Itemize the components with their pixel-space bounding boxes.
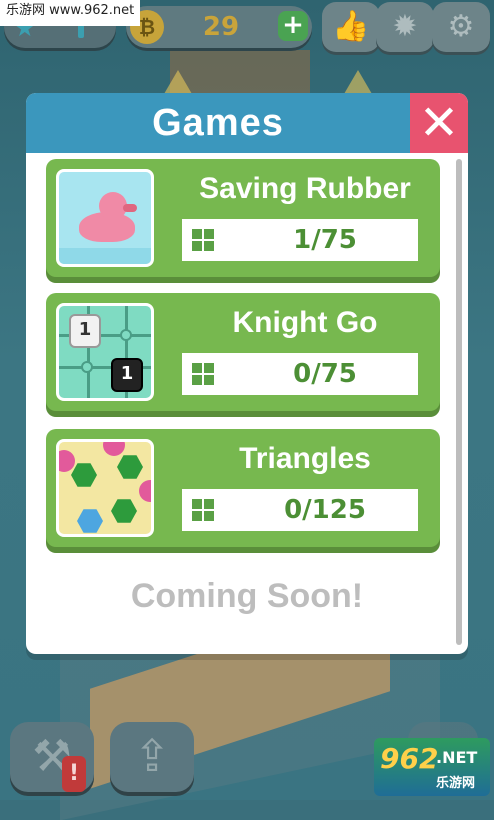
pink-piece — [59, 450, 75, 472]
game-card-triangles[interactable]: Triangles 0/125 — [46, 429, 440, 547]
progress-box: 1/75 — [182, 219, 418, 261]
game-card-knight-go[interactable]: 1 1 Knight Go 0/75 — [46, 293, 440, 411]
pink-piece — [139, 480, 151, 502]
pink-piece — [103, 442, 125, 456]
close-button[interactable]: ✕ — [410, 93, 468, 153]
grid-icon — [192, 363, 214, 385]
share-icon: ⇪ — [133, 731, 171, 782]
board-node — [120, 329, 132, 341]
progress-count: 0/125 — [284, 495, 366, 525]
award-icon: ✹ — [392, 9, 418, 44]
progress-box: 0/125 — [182, 489, 418, 531]
close-icon: ✕ — [418, 95, 460, 151]
progress-count: 1/75 — [293, 225, 357, 255]
dialog-title: Games — [152, 102, 284, 144]
grid-icon — [192, 499, 214, 521]
share-button[interactable]: ⇪ — [110, 722, 194, 792]
scrollbar[interactable] — [456, 159, 462, 645]
games-dialog: Games ✕ Saving Rubber Duck 1/75 1 1 — [26, 93, 468, 654]
triangles-thumbnail — [56, 439, 154, 537]
coin-counter: ₿ 29 + — [126, 6, 312, 48]
knight-thumbnail: 1 1 — [56, 303, 154, 401]
blue-hex — [77, 509, 103, 533]
alert-badge: ! — [62, 756, 86, 792]
green-hex — [111, 499, 137, 523]
thumbs-up-icon: 👍 — [332, 9, 370, 44]
black-piece: 1 — [111, 358, 143, 392]
watermark-logo: 962 .NET 乐游网 — [374, 738, 490, 796]
watermark-number: 962 — [380, 742, 439, 775]
game-card-saving-rubber-duck[interactable]: Saving Rubber Duck 1/75 — [46, 159, 440, 277]
green-hex — [71, 463, 97, 487]
like-button[interactable]: 👍 — [322, 2, 380, 52]
add-coins-button[interactable]: + — [278, 11, 308, 41]
watermark-top: 乐游网 www.962.net — [0, 0, 141, 26]
watermark-net: .NET — [436, 748, 478, 767]
coin-count: 29 — [202, 12, 240, 42]
duck-thumbnail — [56, 169, 154, 267]
water — [59, 248, 151, 264]
game-name: Triangles — [239, 442, 371, 475]
progress-count: 0/75 — [293, 359, 357, 389]
achievements-button[interactable]: ✹ — [376, 2, 434, 52]
grid-icon — [192, 229, 214, 251]
green-hex — [117, 455, 143, 479]
duck-beak — [123, 204, 137, 212]
coming-soon-label: Coming Soon! — [130, 577, 364, 615]
game-name: Knight Go — [232, 306, 378, 339]
board-node — [81, 361, 93, 373]
settings-button[interactable]: ⚙ — [432, 2, 490, 52]
white-piece: 1 — [69, 314, 101, 348]
gear-icon: ⚙ — [447, 9, 475, 44]
game-name: Saving Rubber Duck — [199, 172, 411, 249]
progress-box: 0/75 — [182, 353, 418, 395]
watermark-cn: 乐游网 — [436, 776, 476, 791]
